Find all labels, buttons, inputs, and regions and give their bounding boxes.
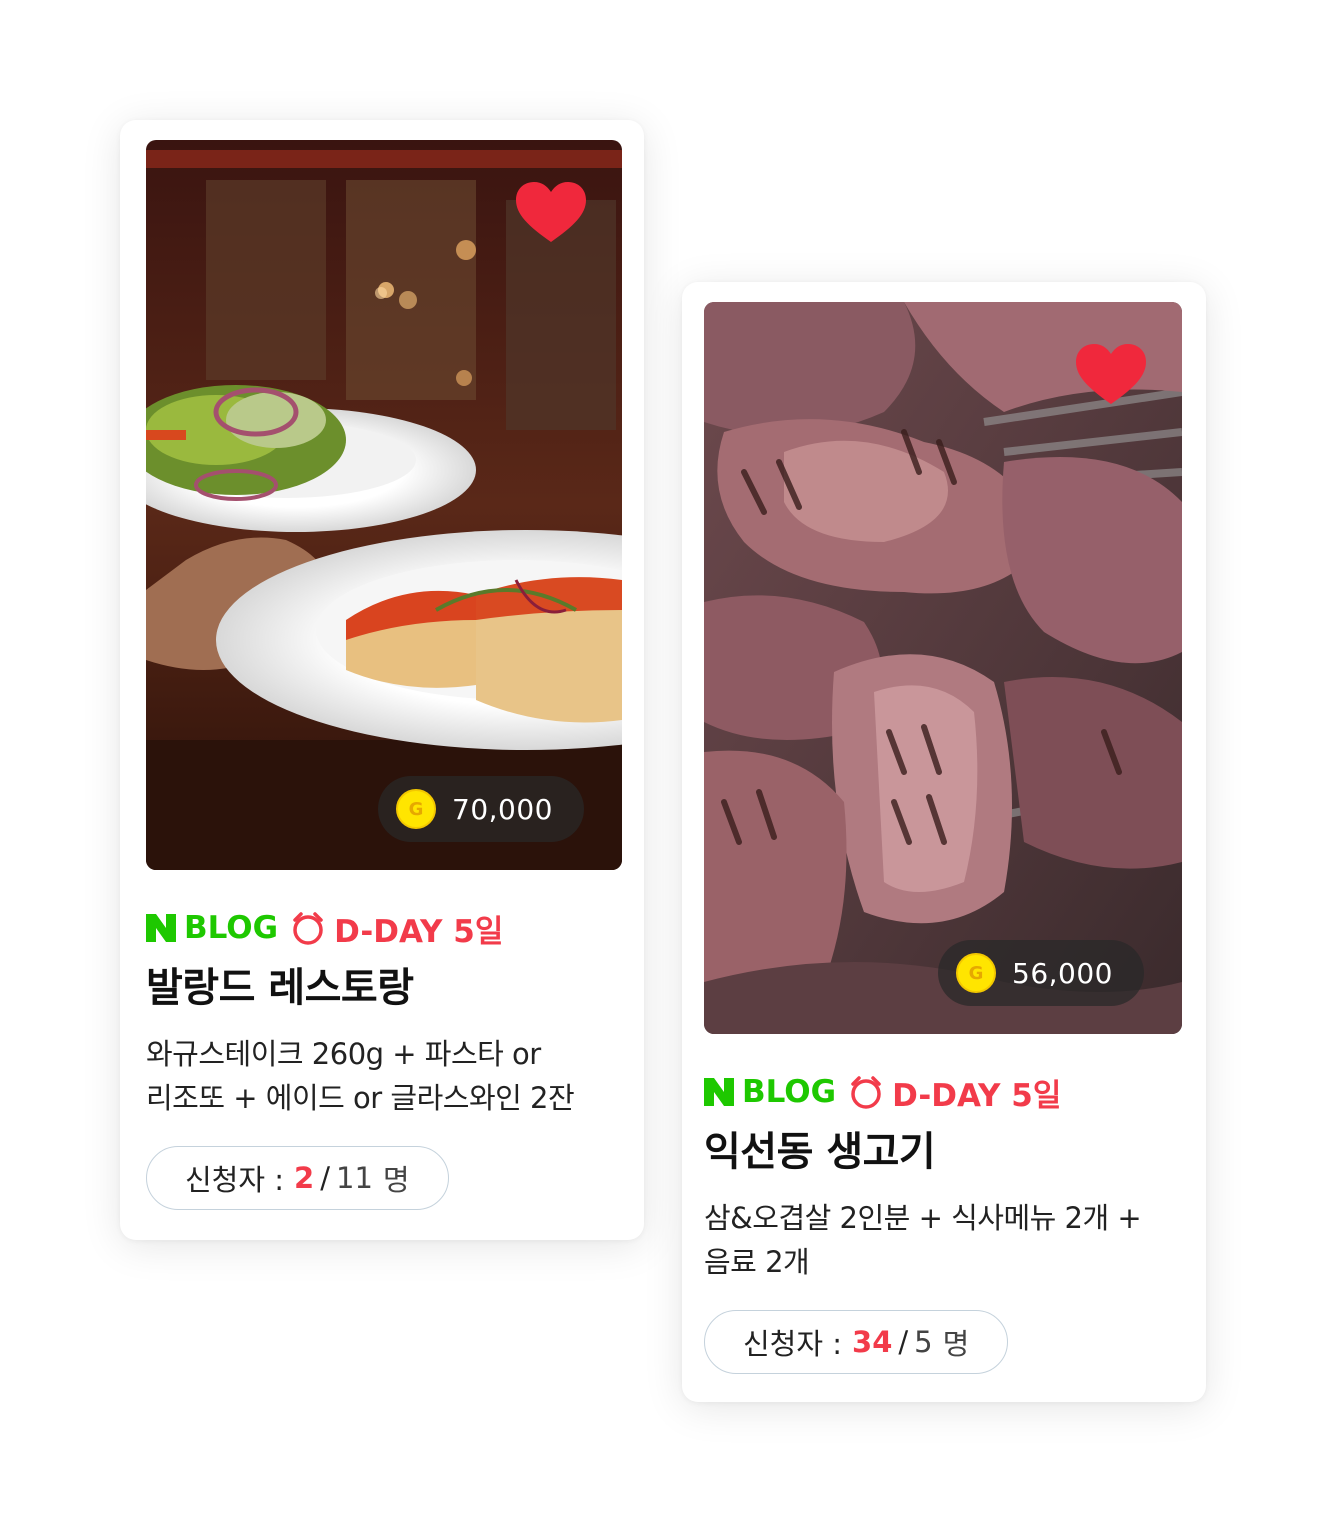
applicants-total: 11 <box>336 1161 373 1195</box>
campaign-card[interactable]: G 70,000 BLOG D-DAY 5일 발랑드 레스토랑 와규스테이크 2… <box>120 120 644 1240</box>
applicants-badge: 신청자 : 34 / 5 명 <box>704 1310 1009 1374</box>
platform-label: BLOG <box>184 910 279 946</box>
applicants-slash: / <box>898 1325 909 1359</box>
description-line: 음료 2개 <box>704 1245 810 1279</box>
reward-badge: G 56,000 <box>938 940 1144 1006</box>
description-line: 와규스테이크 260g + 파스타 or <box>146 1037 541 1071</box>
campaign-photo[interactable]: G 56,000 <box>704 302 1182 1034</box>
grilled-pork-photo <box>704 302 1182 1034</box>
description-line: 리조또 + 에이드 or 글라스와인 2잔 <box>146 1081 575 1115</box>
applicants-label: 신청자 : <box>185 1163 285 1197</box>
reward-amount: 70,000 <box>452 792 553 826</box>
alarm-clock-icon <box>851 1076 881 1109</box>
alarm-clock-icon <box>293 912 323 945</box>
campaign-meta: BLOG D-DAY 5일 <box>704 1070 1182 1114</box>
campaign-description: 삼&오겹살 2인분 + 식사메뉴 2개 + 음료 2개 <box>704 1196 1174 1284</box>
campaign-title[interactable]: 익선동 생고기 <box>704 1124 1182 1180</box>
reward-badge: G 70,000 <box>378 776 584 842</box>
reward-amount: 56,000 <box>1012 956 1113 990</box>
dday-label: D-DAY 5일 <box>892 1077 1062 1114</box>
coin-icon: G <box>956 953 996 993</box>
applicants-total: 5 <box>914 1325 933 1359</box>
campaign-photo[interactable]: G 70,000 <box>146 140 622 870</box>
naver-n-icon <box>704 1078 734 1106</box>
applicants-badge: 신청자 : 2 / 11 명 <box>146 1146 449 1210</box>
coin-icon: G <box>396 789 436 829</box>
applicants-label: 신청자 : <box>743 1327 843 1361</box>
naver-n-icon <box>146 914 176 942</box>
applicants-unit: 명 <box>942 1327 970 1361</box>
heart-icon[interactable] <box>516 182 586 244</box>
campaign-card[interactable]: G 56,000 BLOG D-DAY 5일 익선동 생고기 삼&오겹살 2인분… <box>682 282 1206 1402</box>
heart-icon[interactable] <box>1076 344 1146 406</box>
restaurant-plates-photo <box>146 140 622 870</box>
applicants-count: 34 <box>852 1325 893 1359</box>
applicants-count: 2 <box>294 1161 315 1195</box>
applicants-unit: 명 <box>382 1163 410 1197</box>
description-line: 삼&오겹살 2인분 + 식사메뉴 2개 + <box>704 1201 1142 1235</box>
applicants-slash: / <box>320 1161 330 1195</box>
dday-label: D-DAY 5일 <box>334 913 504 950</box>
campaign-meta: BLOG D-DAY 5일 <box>146 906 622 950</box>
campaign-title[interactable]: 발랑드 레스토랑 <box>146 960 622 1016</box>
platform-label: BLOG <box>742 1074 837 1110</box>
campaign-description: 와규스테이크 260g + 파스타 or 리조또 + 에이드 or 글라스와인 … <box>146 1032 616 1120</box>
